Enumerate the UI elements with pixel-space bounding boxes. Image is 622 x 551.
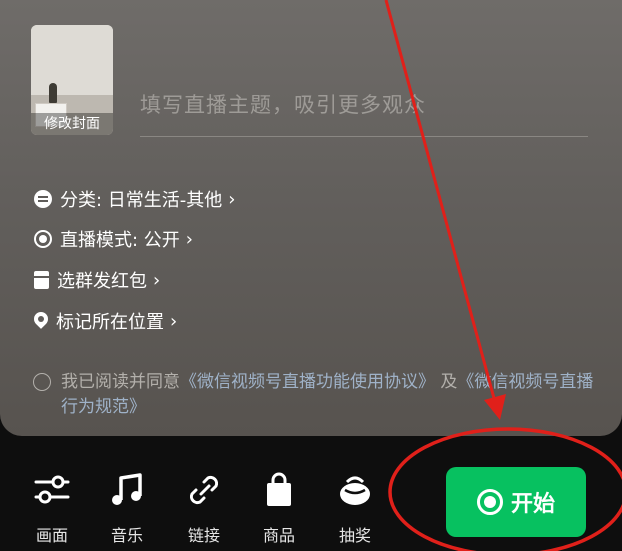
agreement-link-protocol[interactable]: 《微信视频号直播功能使用协议》 — [180, 372, 435, 392]
live-mode-setting[interactable]: 直播模式: 公开 › — [34, 226, 193, 252]
tool-lottery[interactable]: 抽奖 — [327, 470, 383, 546]
tool-goods[interactable]: 商品 — [251, 470, 307, 546]
music-icon — [107, 470, 147, 510]
start-live-button[interactable]: 开始 — [446, 467, 586, 537]
location-label: 标记所在位置 — [56, 312, 164, 333]
radio-target-icon — [34, 230, 52, 248]
agreement: 我已阅读并同意《微信视频号直播功能使用协议》 及《微信视频号直播行为规范》 — [33, 370, 603, 420]
category-setting[interactable]: 分类: 日常生活-其他 › — [34, 186, 235, 212]
tool-link[interactable]: 链接 — [176, 470, 232, 546]
cover-image-plant — [49, 83, 57, 103]
tool-music[interactable]: 音乐 — [99, 470, 155, 546]
agreement-and: 及 — [440, 372, 458, 392]
agreement-text: 我已阅读并同意《微信视频号直播功能使用协议》 及《微信视频号直播行为规范》 — [61, 370, 603, 420]
chevron-right-icon: › — [170, 310, 178, 332]
tool-picture[interactable]: 画面 — [24, 470, 80, 546]
sliders-icon — [32, 470, 72, 510]
live-preview: 修改封面 填写直播主题，吸引更多观众 分类: 日常生活-其他 › 直播模式: 公… — [0, 0, 622, 436]
category-icon — [34, 190, 52, 208]
red-packet-icon — [34, 271, 49, 289]
tool-music-label: 音乐 — [110, 526, 143, 545]
cover-image-wall — [31, 25, 113, 95]
live-title-input[interactable]: 填写直播主题，吸引更多观众 — [140, 88, 580, 122]
record-icon — [476, 489, 503, 515]
agreement-prefix: 我已阅读并同意 — [61, 372, 180, 392]
chevron-right-icon: › — [228, 188, 236, 210]
cover-thumbnail[interactable]: 修改封面 — [31, 25, 113, 135]
tool-goods-label: 商品 — [262, 526, 295, 545]
link-icon — [184, 470, 224, 510]
red-packet-setting[interactable]: 选群发红包 › — [34, 267, 160, 293]
agreement-checkbox[interactable] — [33, 373, 51, 391]
tool-link-label: 链接 — [187, 526, 220, 545]
red-packet-label: 选群发红包 — [57, 271, 147, 292]
edit-cover-label[interactable]: 修改封面 — [31, 113, 113, 135]
start-label: 开始 — [510, 492, 555, 517]
category-label: 分类: 日常生活-其他 — [60, 190, 223, 211]
lottery-icon — [335, 470, 375, 510]
live-mode-label: 直播模式: 公开 — [60, 230, 180, 251]
location-setting[interactable]: 标记所在位置 › — [34, 308, 177, 334]
tool-picture-label: 画面 — [35, 526, 68, 545]
chevron-right-icon: › — [185, 228, 193, 250]
tool-lottery-label: 抽奖 — [338, 526, 371, 545]
shopping-bag-icon — [259, 470, 299, 510]
chevron-right-icon: › — [153, 269, 161, 291]
location-pin-icon — [34, 312, 48, 330]
title-underline — [140, 136, 588, 137]
